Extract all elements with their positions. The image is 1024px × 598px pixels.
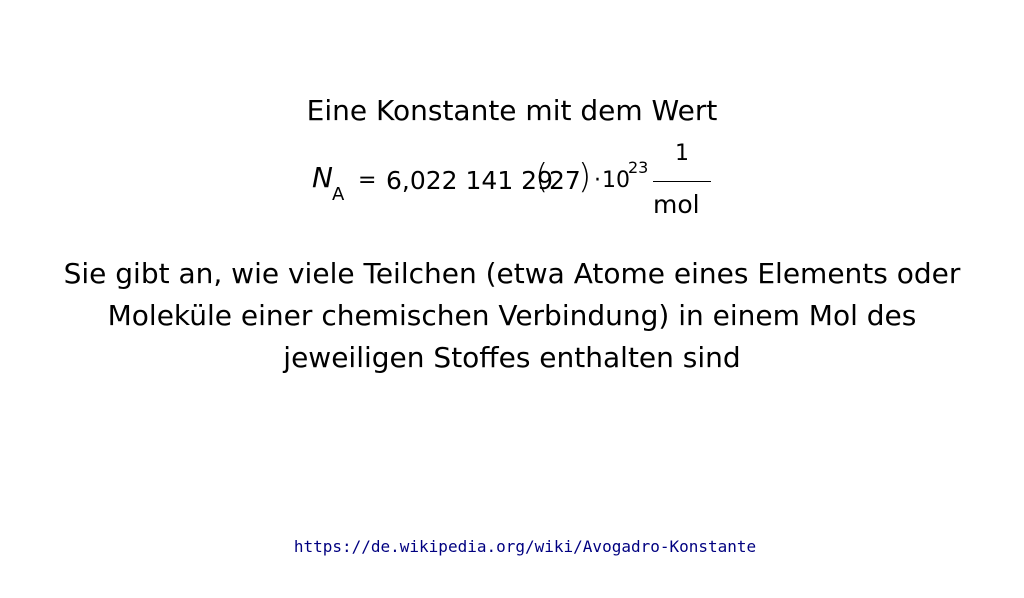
fraction-line — [653, 181, 711, 182]
unit-denominator: mol — [653, 190, 700, 219]
heading: Eine Konstante mit dem Wert — [306, 94, 718, 127]
formula-equals: = — [358, 168, 377, 193]
formula-exponent: 23 — [628, 158, 649, 177]
formula-uncertainty: 27 — [549, 166, 581, 195]
source-link[interactable]: https://de.wikipedia.org/wiki/Avogadro-K… — [0, 537, 1024, 556]
formula-subscript: A — [332, 184, 345, 205]
formula-value: 6,022 141 29 — [386, 166, 553, 195]
avogadro-formula: N A = 6,022 141 29 ( 27 ) · 10 23 1 mol — [310, 140, 730, 224]
formula-paren-open: ( — [535, 157, 549, 197]
unit-numerator: 1 — [675, 141, 689, 166]
description-text: Sie gibt an, wie viele Teilchen (etwa At… — [63, 257, 961, 374]
formula-times: · — [594, 168, 601, 193]
formula-base: 10 — [602, 168, 630, 193]
formula-symbol: N — [312, 161, 333, 194]
formula-paren-close: ) — [578, 157, 592, 197]
